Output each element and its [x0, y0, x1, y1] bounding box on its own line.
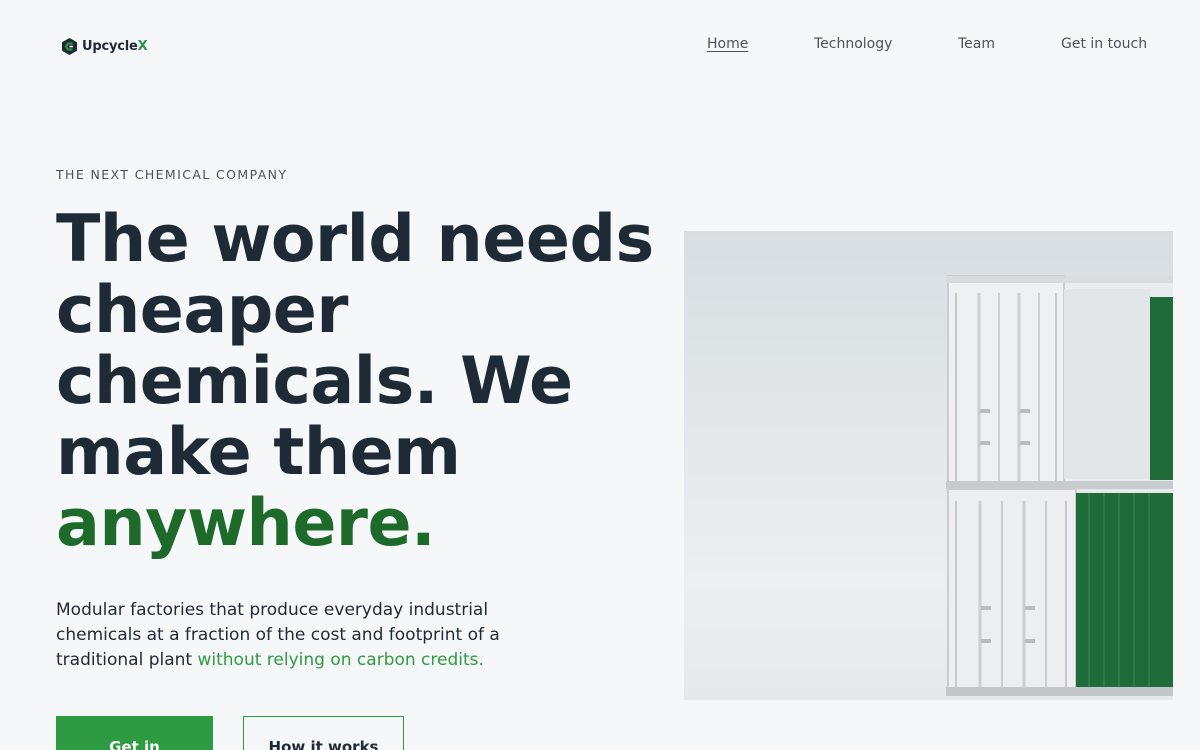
- nav-technology[interactable]: Technology: [814, 36, 892, 52]
- hero-subtext: Modular factories that produce everyday …: [56, 598, 526, 673]
- subtext-highlight: without relying on carbon credits.: [197, 650, 484, 670]
- shipping-containers-image: [684, 231, 1173, 700]
- containers-illustration: [946, 275, 1173, 696]
- nav-team[interactable]: Team: [958, 36, 995, 52]
- nav-home[interactable]: Home: [707, 36, 748, 52]
- get-in-touch-button[interactable]: Get in: [56, 716, 213, 750]
- how-it-works-button[interactable]: How it works: [243, 716, 404, 750]
- nav-get-in-touch[interactable]: Get in touch: [1061, 36, 1147, 52]
- brand-logo[interactable]: UpcycleX: [62, 38, 148, 55]
- hero-headline: The world needs cheaper chemicals. We ma…: [56, 204, 656, 559]
- hero-eyebrow: THE NEXT CHEMICAL COMPANY: [56, 167, 288, 182]
- brand-name: UpcycleX: [82, 39, 148, 54]
- headline-main: The world needs cheaper chemicals. We ma…: [56, 202, 654, 490]
- logo-icon: [62, 38, 77, 55]
- headline-accent: anywhere.: [56, 486, 436, 561]
